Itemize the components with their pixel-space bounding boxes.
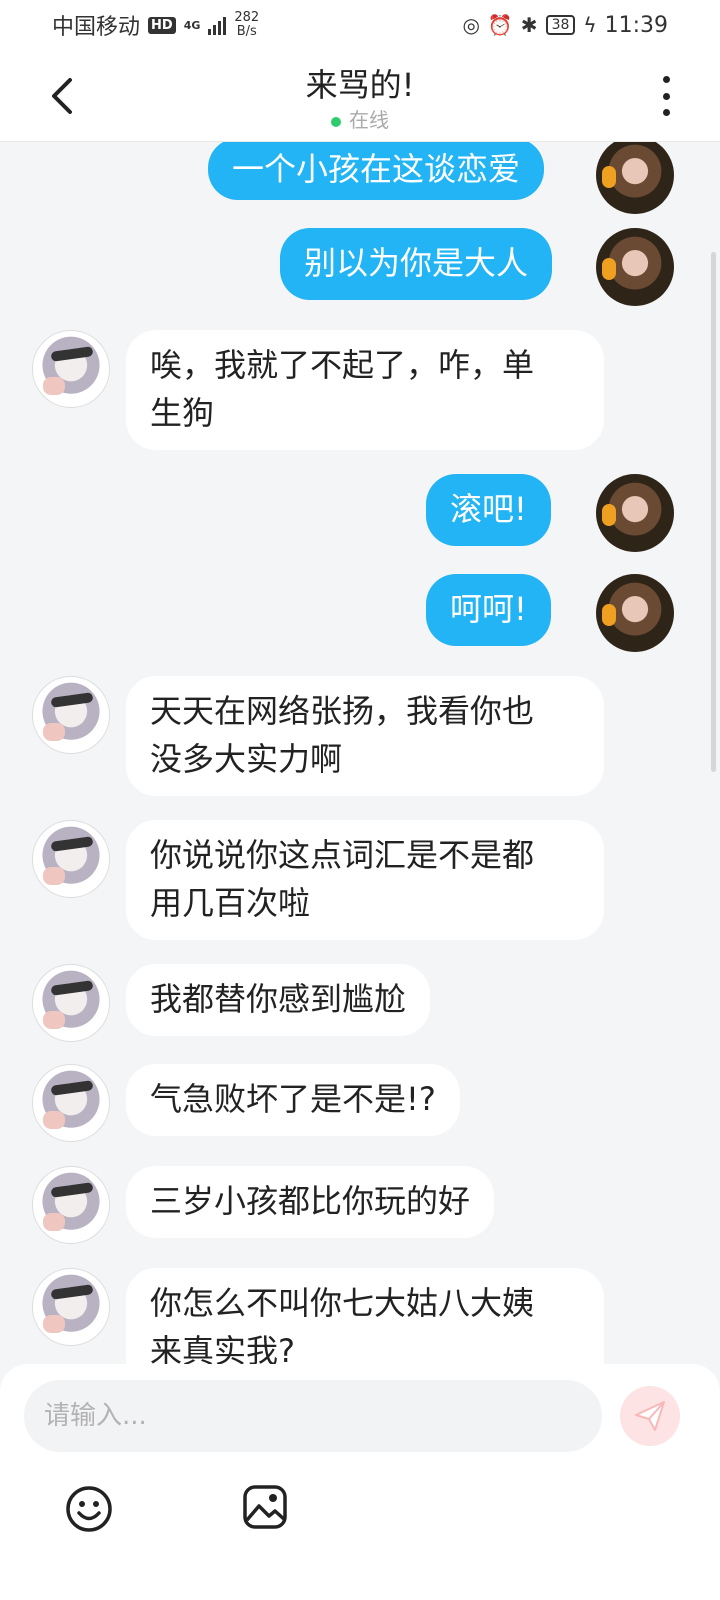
nfc-icon: ◎ — [462, 13, 480, 37]
network-type: 4G — [183, 18, 201, 32]
image-icon — [243, 1485, 287, 1529]
send-button[interactable] — [620, 1386, 680, 1446]
message-bubble-received[interactable]: 你说说你这点词汇是不是都 用几百次啦 — [126, 820, 604, 940]
online-status-label: 在线 — [349, 108, 389, 132]
my-avatar[interactable] — [596, 574, 674, 652]
contact-avatar[interactable] — [32, 330, 110, 408]
bluetooth-icon: ✱ — [520, 13, 538, 37]
composer-bar — [0, 1364, 720, 1600]
speed-value: 282 — [234, 10, 260, 25]
hd-badge: HD — [148, 16, 176, 34]
message-bubble-received[interactable]: 天天在网络张扬，我看你也 没多大实力啊 — [126, 676, 604, 796]
message-bubble-received[interactable]: 气急败坏了是不是!? — [126, 1064, 460, 1136]
more-button[interactable] — [654, 76, 678, 116]
more-icon — [662, 76, 670, 83]
scrollbar[interactable] — [711, 252, 716, 772]
speed-unit: B/s — [236, 24, 257, 39]
message-bubble-received[interactable]: 我都替你感到尴尬 — [126, 964, 431, 1036]
my-avatar[interactable] — [596, 142, 674, 214]
emoji-button[interactable] — [64, 1484, 114, 1534]
status-right: ◎ ⏰ ✱ 38 ϟ 11:39 — [462, 13, 668, 38]
battery-level: 38 — [545, 15, 576, 35]
message-bubble-sent[interactable]: 呵呵! — [426, 574, 551, 646]
send-icon — [635, 1401, 665, 1431]
message-bubble-received[interactable]: 唉，我就了不起了，咋，单 生狗 — [126, 330, 604, 450]
charging-icon: ϟ — [583, 13, 597, 37]
contact-avatar[interactable] — [32, 964, 110, 1042]
chat-header: 来骂的! 在线 — [0, 50, 720, 142]
page-title: 来骂的! — [305, 66, 415, 104]
my-avatar[interactable] — [596, 474, 674, 552]
contact-avatar[interactable] — [32, 1064, 110, 1142]
contact-avatar[interactable] — [32, 1166, 110, 1244]
network-speed: 282 B/s — [234, 11, 259, 39]
status-left: 中国移动 HD 4G 282 B/s — [52, 9, 259, 41]
alarm-icon: ⏰ — [487, 13, 513, 37]
clock: 11:39 — [604, 12, 668, 38]
contact-avatar[interactable] — [32, 820, 110, 898]
carrier-label: 中国移动 — [52, 15, 141, 40]
message-bubble-sent[interactable]: 一个小孩在这谈恋爱 — [208, 142, 545, 200]
my-avatar[interactable] — [596, 228, 674, 306]
online-dot-icon — [331, 116, 341, 127]
message-bubble-received[interactable]: 三岁小孩都比你玩的好 — [126, 1166, 495, 1238]
contact-avatar[interactable] — [32, 676, 110, 754]
message-bubble-sent[interactable]: 滚吧! — [426, 474, 551, 546]
message-list[interactable]: 一个小孩在这谈恋爱 别以为你是大人 唉，我就了不起了，咋，单 生狗 滚吧! 呵呵… — [0, 142, 720, 1390]
message-input[interactable] — [24, 1380, 602, 1452]
contact-avatar[interactable] — [32, 1268, 110, 1346]
image-button[interactable] — [242, 1484, 292, 1534]
status-bar: 中国移动 HD 4G 282 B/s ◎ ⏰ ✱ 38 ϟ 11:39 — [0, 0, 720, 50]
emoji-icon — [66, 1486, 112, 1532]
signal-icon — [208, 15, 227, 35]
message-bubble-sent[interactable]: 别以为你是大人 — [280, 228, 553, 300]
online-status: 在线 — [0, 104, 720, 133]
